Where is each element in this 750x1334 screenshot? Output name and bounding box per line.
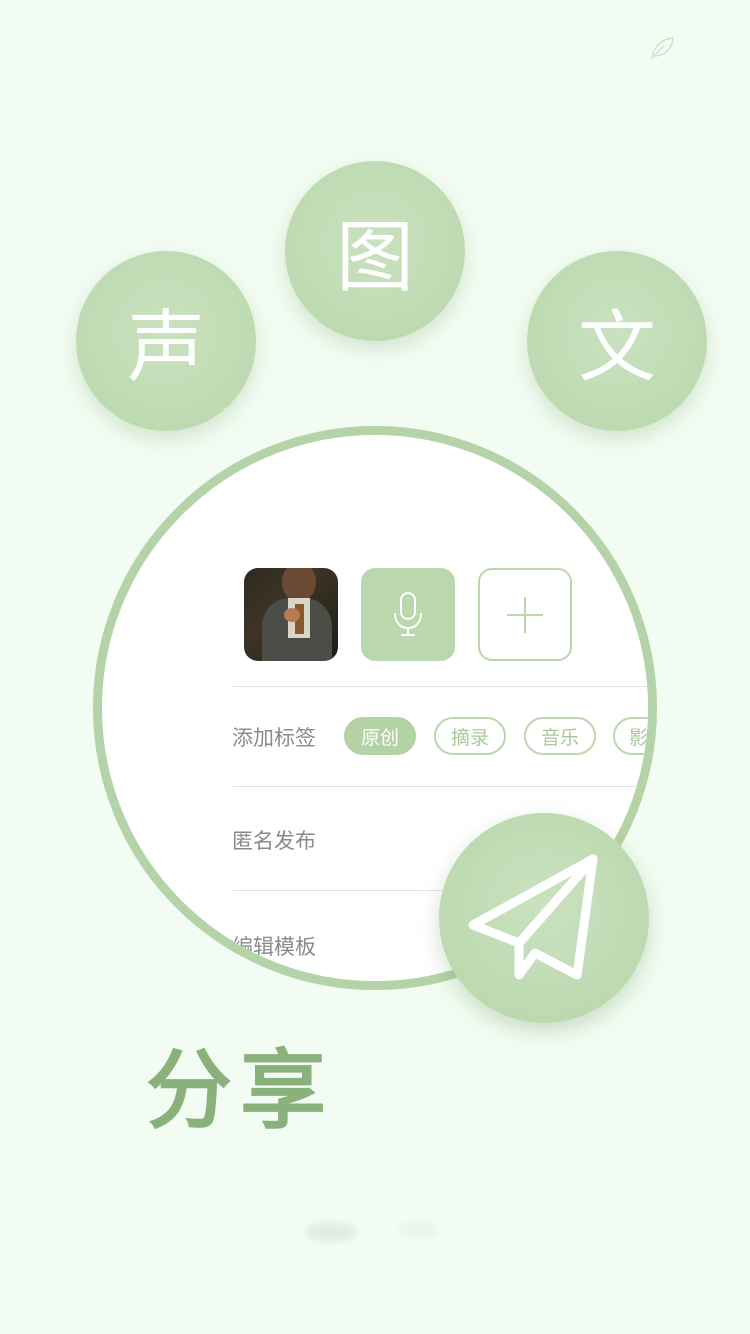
page-indicator-dot (306, 1222, 356, 1242)
microphone-icon (394, 591, 422, 636)
tag-excerpt[interactable]: 摘录 (434, 717, 506, 755)
send-button[interactable] (439, 813, 649, 1023)
text-bubble-label: 文 (577, 303, 656, 393)
image-bubble-label: 图 (335, 213, 414, 303)
edit-template-label[interactable]: 编辑模板 (232, 931, 316, 961)
paper-plane-icon (468, 854, 598, 980)
voice-bubble-label: 声 (126, 303, 205, 393)
text-bubble[interactable]: 文 (527, 251, 707, 431)
image-bubble[interactable]: 图 (285, 161, 465, 341)
tag-music[interactable]: 音乐 (524, 717, 596, 755)
divider (233, 786, 648, 787)
tag-film[interactable]: 影视 (613, 717, 648, 755)
page-indicator-dot (398, 1222, 438, 1238)
photo-thumbnail[interactable] (244, 568, 338, 661)
divider (233, 686, 648, 687)
page-title: 分享 (146, 1040, 334, 1141)
add-media-button[interactable] (478, 568, 572, 661)
add-tags-label: 添加标签 (232, 726, 316, 750)
leaf-icon (650, 37, 674, 61)
voice-bubble[interactable]: 声 (76, 251, 256, 431)
anonymous-publish-label[interactable]: 匿名发布 (232, 825, 316, 855)
tag-original[interactable]: 原创 (344, 717, 416, 755)
record-voice-button[interactable] (361, 568, 455, 661)
plus-icon (507, 596, 543, 633)
